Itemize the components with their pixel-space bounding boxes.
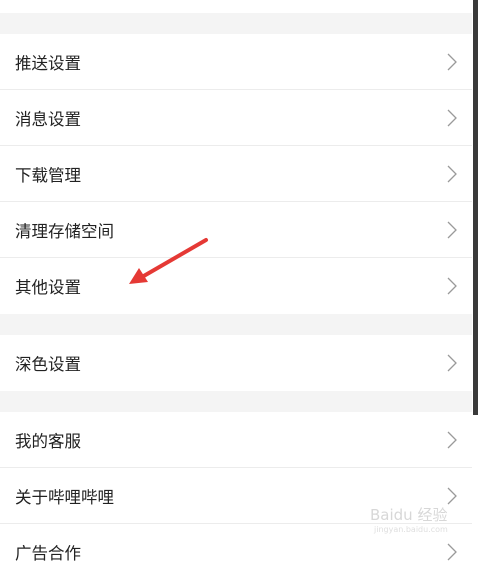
settings-item-customer-service[interactable]: 我的客服 bbox=[0, 412, 472, 468]
watermark-subtext: jingyan.baidu.com bbox=[373, 525, 448, 534]
settings-item-messages[interactable]: 消息设置 bbox=[0, 90, 472, 146]
red-arrow-annotation bbox=[129, 238, 208, 284]
settings-item-dark-mode[interactable]: 深色设置 bbox=[0, 335, 472, 391]
settings-item-label: 我的客服 bbox=[15, 432, 81, 451]
settings-item-other[interactable]: 其他设置 bbox=[0, 258, 472, 314]
settings-item-label: 其他设置 bbox=[15, 278, 81, 297]
watermark-text: Baidu 经验 bbox=[370, 506, 447, 524]
settings-item-label: 广告合作 bbox=[15, 544, 81, 563]
chevron-right-icon bbox=[447, 221, 457, 239]
chevron-right-icon bbox=[447, 354, 457, 372]
settings-item-label: 关于哔哩哔哩 bbox=[15, 488, 114, 507]
scrollbar-thumb[interactable] bbox=[473, 0, 478, 415]
settings-item-label: 消息设置 bbox=[15, 110, 81, 129]
top-spacer bbox=[0, 0, 472, 13]
settings-item-label: 清理存储空间 bbox=[15, 222, 114, 241]
chevron-right-icon bbox=[447, 277, 457, 295]
settings-item-downloads[interactable]: 下载管理 bbox=[0, 146, 472, 202]
settings-item-label: 下载管理 bbox=[15, 166, 81, 185]
chevron-right-icon bbox=[447, 543, 457, 561]
arrow-shaft bbox=[140, 238, 208, 279]
baidu-jingyan-watermark: Baidu 经验 jingyan.baidu.com bbox=[370, 506, 448, 534]
chevron-right-icon bbox=[447, 165, 457, 183]
settings-item-clear-storage[interactable]: 清理存储空间 bbox=[0, 202, 472, 258]
settings-item-label: 深色设置 bbox=[15, 355, 81, 374]
settings-screen: 推送设置 消息设置 下载管理 清理存储空间 其他设置 深色设置 我的客服 关于哔… bbox=[0, 0, 472, 580]
settings-item-label: 推送设置 bbox=[15, 54, 81, 73]
settings-group-appearance: 深色设置 bbox=[0, 335, 472, 391]
chevron-right-icon bbox=[447, 109, 457, 127]
chevron-right-icon bbox=[447, 53, 457, 71]
chevron-right-icon bbox=[447, 431, 457, 449]
settings-group-general: 推送设置 消息设置 下载管理 清理存储空间 其他设置 bbox=[0, 34, 472, 314]
settings-item-push[interactable]: 推送设置 bbox=[0, 34, 472, 90]
settings-group-about: 我的客服 关于哔哩哔哩 广告合作 bbox=[0, 412, 472, 580]
